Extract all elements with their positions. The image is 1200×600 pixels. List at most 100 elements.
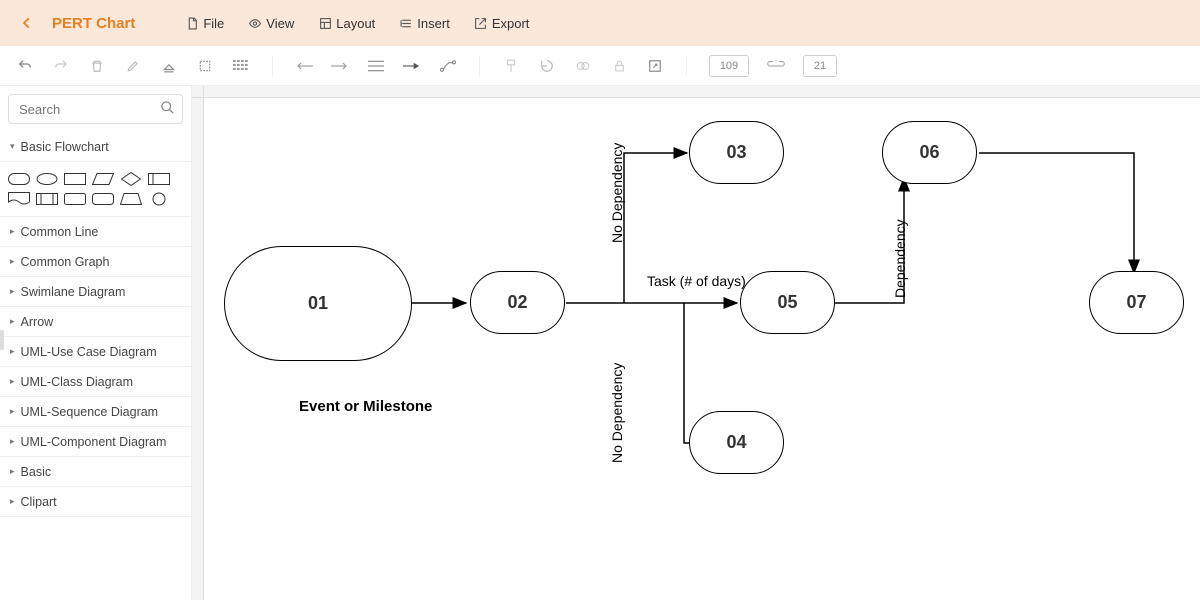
chevron-right-icon: ▸ — [10, 466, 15, 477]
section-label: UML-Component Diagram — [21, 435, 167, 449]
layout-icon — [318, 16, 332, 30]
shape-rect[interactable] — [64, 172, 86, 186]
section-label: UML-Class Diagram — [21, 375, 134, 389]
sidebar-section-common-graph[interactable]: ▸Common Graph — [0, 247, 191, 277]
format-painter-button[interactable] — [502, 57, 520, 75]
fill-button[interactable] — [160, 57, 178, 75]
chevron-right-icon: ▸ — [10, 376, 15, 387]
node-07[interactable]: 07 — [1089, 271, 1184, 334]
shape-data[interactable] — [36, 192, 58, 206]
edit-button[interactable] — [124, 57, 142, 75]
section-label: Common Line — [21, 225, 99, 239]
section-label: Arrow — [21, 315, 54, 329]
redo-button[interactable] — [52, 57, 70, 75]
main-menu: File View Layout Insert Export — [185, 16, 529, 31]
sidebar-section-uml-component[interactable]: ▸UML-Component Diagram — [0, 427, 191, 457]
shape-pill[interactable] — [8, 172, 30, 186]
section-label: Swimlane Diagram — [21, 285, 126, 299]
sidebar-section-swimlane[interactable]: ▸ Swimlane Diagram — [0, 277, 191, 307]
shape-diamond[interactable] — [120, 172, 142, 186]
arrow-left-button[interactable] — [295, 57, 313, 75]
sidebar-section-basic-flowchart[interactable]: ▾ Basic Flowchart — [0, 132, 191, 162]
insert-icon — [399, 16, 413, 30]
sidebar: ▾Basic Flowchart ▸Common Line ▸Common Gr… — [0, 86, 192, 600]
shape-roundrect2[interactable] — [92, 192, 114, 206]
sidebar-section-uml-usecase[interactable]: ▸ UML-Use Case Diagram — [0, 337, 191, 367]
node-02[interactable]: 02 — [470, 271, 565, 334]
menu-label: Layout — [336, 16, 375, 31]
undo-button[interactable] — [16, 57, 34, 75]
menu-export[interactable]: Export — [474, 16, 530, 31]
width-input[interactable] — [709, 55, 749, 77]
rotate-button[interactable] — [538, 57, 556, 75]
label-dependency: Dependency — [892, 219, 908, 298]
shape-parallelogram[interactable] — [92, 172, 114, 186]
menu-view[interactable]: View — [248, 16, 294, 31]
node-06[interactable]: 06 — [882, 121, 977, 184]
group-button[interactable] — [574, 57, 592, 75]
section-label: Common Graph — [21, 255, 110, 269]
canvas[interactable]: 01 02 03 04 05 06 07 Event or Milestone … — [204, 98, 1200, 600]
menu-label: Insert — [417, 16, 450, 31]
shape-circle[interactable] — [148, 192, 170, 206]
chevron-right-icon: ▸ — [10, 496, 15, 507]
sidebar-section-uml-class[interactable]: ▸ UML-Class Diagram — [0, 367, 191, 397]
search-input[interactable] — [8, 94, 183, 124]
menu-label: File — [203, 16, 224, 31]
section-label: Clipart — [21, 495, 57, 509]
chevron-right-icon: ▸ — [10, 406, 15, 417]
export-icon — [474, 16, 488, 30]
main-area: ▾Basic Flowchart ▸Common Line ▸Common Gr… — [0, 86, 1200, 600]
select-button[interactable] — [196, 57, 214, 75]
menu-file[interactable]: File — [185, 16, 224, 31]
connector-button[interactable] — [403, 57, 421, 75]
chevron-right-icon: ▸ — [10, 286, 15, 297]
toolbar-separator — [479, 56, 480, 76]
chevron-down-icon: ▾ — [10, 141, 15, 152]
sidebar-section-basic[interactable]: ▸ Basic — [0, 457, 191, 487]
sidebar-section-uml-sequence[interactable]: ▸ UML-Sequence Diagram — [0, 397, 191, 427]
line-style-button[interactable] — [367, 57, 385, 75]
node-03[interactable]: 03 — [689, 121, 784, 184]
label-milestone: Event or Milestone — [299, 398, 432, 415]
sidebar-resize-handle[interactable] — [0, 330, 4, 350]
menu-insert[interactable]: Insert — [399, 16, 450, 31]
file-icon — [185, 16, 199, 30]
label-task: Task (# of days) — [647, 273, 746, 289]
back-button[interactable] — [12, 8, 42, 38]
expand-button[interactable] — [646, 57, 664, 75]
section-label: UML-Use Case Diagram — [21, 345, 157, 359]
section-label: Basic — [21, 465, 52, 479]
chevron-right-icon: ▸ — [10, 346, 15, 357]
ruler-top — [204, 86, 1200, 98]
arrow-right-button[interactable] — [331, 57, 349, 75]
sidebar-section-common-line[interactable]: ▸ Common Line — [0, 217, 191, 247]
menu-layout[interactable]: Layout — [318, 16, 375, 31]
curve-button[interactable] — [439, 57, 457, 75]
node-04[interactable]: 04 — [689, 411, 784, 474]
shape-oval[interactable] — [36, 172, 58, 186]
chevron-right-icon: ▸ — [10, 226, 15, 237]
section-label: Basic Flowchart — [21, 140, 109, 154]
ruler-corner — [192, 86, 204, 98]
node-01[interactable]: 01 — [224, 246, 412, 361]
shape-trap[interactable] — [120, 192, 142, 206]
eye-icon — [248, 16, 262, 30]
ruler-left — [192, 98, 204, 600]
grid-button[interactable] — [232, 57, 250, 75]
shape-roundrect[interactable] — [64, 192, 86, 206]
label-no-dependency-top: No Dependency — [609, 143, 625, 243]
canvas-area[interactable]: 01 02 03 04 05 06 07 Event or Milestone … — [192, 86, 1200, 600]
height-input[interactable] — [803, 55, 837, 77]
link-dimensions-icon[interactable] — [767, 59, 785, 73]
shape-doc[interactable] — [8, 192, 30, 206]
section-label: UML-Sequence Diagram — [21, 405, 159, 419]
sidebar-section-clipart[interactable]: ▸ Clipart — [0, 487, 191, 517]
delete-button[interactable] — [88, 57, 106, 75]
search-icon — [160, 100, 175, 118]
node-05[interactable]: 05 — [740, 271, 835, 334]
shape-card[interactable] — [148, 172, 170, 186]
sidebar-section-arrow[interactable]: ▸Arrow — [0, 307, 191, 337]
lock-button[interactable] — [610, 57, 628, 75]
app-header: PERT Chart File View Layout Insert Expor… — [0, 0, 1200, 46]
